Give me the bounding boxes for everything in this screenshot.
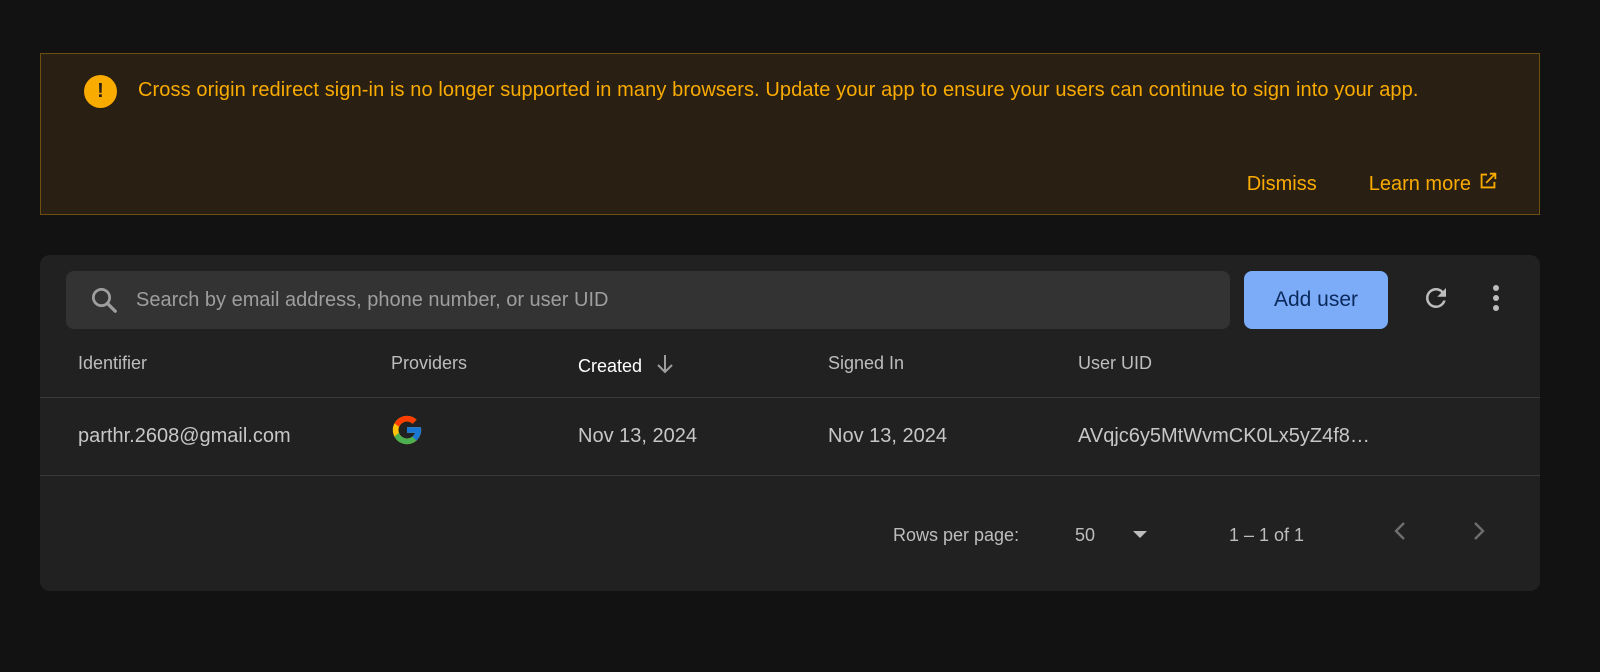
dropdown-caret-icon xyxy=(1133,531,1147,538)
column-header-label: User UID xyxy=(1078,353,1153,373)
add-user-button[interactable]: Add user xyxy=(1244,271,1388,329)
rows-per-page-value: 50 xyxy=(1075,524,1096,545)
column-header-label: Identifier xyxy=(78,353,148,373)
column-header-label: Signed In xyxy=(828,353,905,373)
banner-actions: Dismiss Learn more xyxy=(1247,170,1499,198)
search-input[interactable] xyxy=(134,279,1230,321)
users-table-card: Add user Identifier Providers Created xyxy=(40,255,1540,591)
column-header-identifier[interactable]: Identifier xyxy=(78,353,147,374)
column-header-providers: Providers xyxy=(391,353,467,374)
next-page-button[interactable] xyxy=(1460,515,1496,551)
redirect-warning-banner: ! Cross origin redirect sign-in is no lo… xyxy=(40,53,1540,215)
search-box[interactable] xyxy=(66,271,1230,329)
refresh-icon xyxy=(1421,283,1451,318)
search-icon xyxy=(88,284,120,316)
cell-user-uid: AVqjc6y5MtWvmCK0Lx5yZ4f8… xyxy=(1078,425,1370,447)
column-header-created[interactable]: Created xyxy=(578,353,674,380)
cell-signed-in: Nov 13, 2024 xyxy=(828,425,947,447)
rows-per-page-select[interactable]: 50 xyxy=(1075,517,1185,553)
google-icon xyxy=(390,413,424,447)
external-link-icon xyxy=(1477,170,1499,198)
rows-per-page-label: Rows per page: xyxy=(893,525,1020,545)
cell-created: Nov 13, 2024 xyxy=(578,425,697,447)
row-divider xyxy=(40,475,1540,476)
more-options-button[interactable] xyxy=(1476,280,1516,320)
chevron-left-icon xyxy=(1391,519,1411,548)
dismiss-label: Dismiss xyxy=(1246,172,1317,195)
arrow-down-icon xyxy=(656,353,674,380)
column-header-label: Created xyxy=(578,356,643,376)
cell-identifier: parthr.2608@gmail.com xyxy=(78,425,291,447)
header-divider xyxy=(40,397,1540,398)
add-user-label: Add user xyxy=(1273,288,1359,311)
refresh-button[interactable] xyxy=(1416,280,1456,320)
warning-exclamation-icon: ! xyxy=(84,75,117,108)
banner-message: Cross origin redirect sign-in is no long… xyxy=(138,79,1419,101)
learn-more-link[interactable]: Learn more xyxy=(1369,170,1499,198)
column-header-label: Providers xyxy=(391,353,468,373)
more-vert-icon xyxy=(1492,284,1500,317)
learn-more-label: Learn more xyxy=(1368,172,1471,195)
dismiss-button[interactable]: Dismiss xyxy=(1247,173,1317,196)
previous-page-button[interactable] xyxy=(1383,515,1419,551)
page-range-label: 1 – 1 of 1 xyxy=(1229,525,1305,545)
chevron-right-icon xyxy=(1468,519,1488,548)
column-header-signed-in[interactable]: Signed In xyxy=(828,353,904,374)
column-header-user-uid[interactable]: User UID xyxy=(1078,353,1152,374)
